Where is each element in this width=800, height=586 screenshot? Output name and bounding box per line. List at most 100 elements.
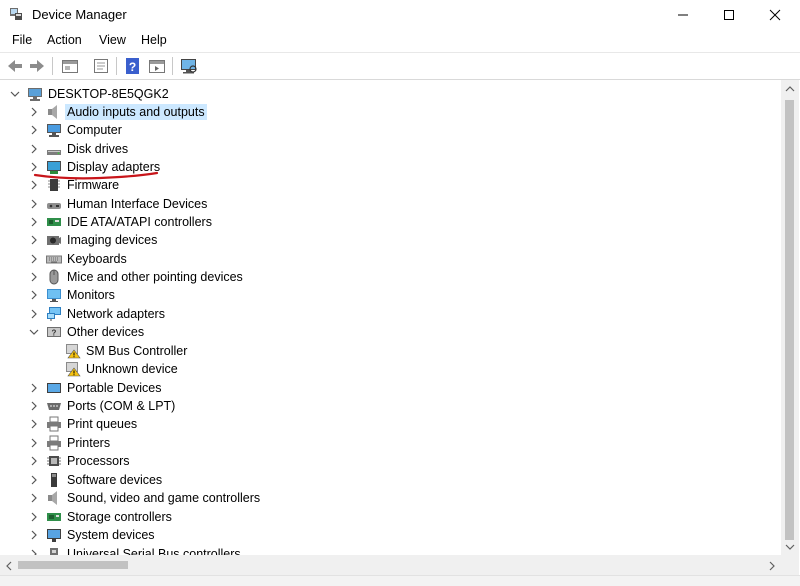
tree-item-usb[interactable]: Universal Serial Bus controllers: [0, 545, 781, 555]
tree-item-network[interactable]: Network adapters: [0, 305, 781, 323]
ide-controller-icon: [46, 214, 62, 230]
chevron-right-icon[interactable]: [28, 437, 40, 449]
chevron-right-icon[interactable]: [28, 124, 40, 136]
other-devices-icon: ?: [46, 324, 62, 340]
tree-item-storage-controllers[interactable]: Storage controllers: [0, 508, 781, 526]
tree-item-keyboards[interactable]: Keyboards: [0, 250, 781, 268]
maximize-icon: [724, 10, 734, 20]
tree-root[interactable]: DESKTOP-8E5QGK2: [0, 85, 781, 103]
scroll-right-icon[interactable]: [768, 561, 776, 571]
chevron-right-icon[interactable]: [28, 106, 40, 118]
run-icon: [149, 60, 165, 73]
processor-icon: [46, 453, 62, 469]
tree-item-sm-bus-controller[interactable]: SM Bus Controller: [0, 342, 781, 360]
tree-item-unknown-device[interactable]: Unknown device: [0, 360, 781, 378]
chevron-right-icon[interactable]: [28, 455, 40, 467]
storage-controller-icon: [46, 509, 62, 525]
svg-text:?: ?: [52, 329, 57, 338]
chevron-down-icon[interactable]: [9, 88, 21, 100]
chevron-right-icon[interactable]: [28, 308, 40, 320]
camera-icon: [46, 232, 62, 248]
horizontal-scrollbar[interactable]: [0, 555, 781, 575]
menu-action[interactable]: Action: [47, 33, 82, 47]
window-title: Device Manager: [32, 7, 127, 22]
horizontal-scroll-thumb[interactable]: [18, 561, 128, 569]
scan-hardware-icon: [181, 59, 197, 74]
tree-root-label: DESKTOP-8E5QGK2: [48, 87, 169, 101]
vertical-scroll-thumb[interactable]: [785, 100, 794, 540]
menu-help[interactable]: Help: [141, 33, 167, 47]
scroll-up-icon[interactable]: [785, 85, 795, 93]
chevron-right-icon[interactable]: [28, 511, 40, 523]
chevron-right-icon[interactable]: [28, 289, 40, 301]
tree-item-print-queues[interactable]: Print queues: [0, 415, 781, 433]
tree-item-imaging[interactable]: Imaging devices: [0, 231, 781, 249]
scroll-left-icon[interactable]: [5, 561, 13, 571]
tree-item-label: Disk drives: [67, 142, 129, 156]
tree-item-processors[interactable]: Processors: [0, 452, 781, 470]
close-button[interactable]: [752, 0, 798, 30]
chevron-right-icon[interactable]: [28, 529, 40, 541]
update-driver-button[interactable]: [92, 57, 110, 75]
forward-button[interactable]: [28, 57, 46, 75]
chevron-right-icon[interactable]: [28, 474, 40, 486]
tree-item-label: Unknown device: [86, 362, 178, 376]
hid-icon: [46, 196, 62, 212]
chevron-right-icon[interactable]: [28, 161, 40, 173]
chevron-right-icon[interactable]: [28, 253, 40, 265]
display-adapter-icon: [46, 159, 62, 175]
chevron-right-icon[interactable]: [28, 382, 40, 394]
chevron-down-icon[interactable]: [28, 326, 40, 338]
disk-drive-icon: [46, 141, 62, 157]
tree-item-hid[interactable]: Human Interface Devices: [0, 195, 781, 213]
chevron-right-icon[interactable]: [28, 179, 40, 191]
chevron-right-icon[interactable]: [28, 234, 40, 246]
chevron-right-icon[interactable]: [28, 418, 40, 430]
tree-item-label: IDE ATA/ATAPI controllers: [67, 215, 212, 229]
firmware-icon: [46, 177, 62, 193]
help-button[interactable]: ?: [124, 57, 142, 75]
scroll-down-icon[interactable]: [785, 543, 795, 551]
scan-hardware-button[interactable]: [180, 57, 198, 75]
chevron-right-icon[interactable]: [28, 400, 40, 412]
vertical-scrollbar[interactable]: [781, 80, 799, 555]
tree-item-computer[interactable]: Computer: [0, 121, 781, 139]
tree-item-system-devices[interactable]: System devices: [0, 526, 781, 544]
tree-item-software-devices[interactable]: Software devices: [0, 471, 781, 489]
tree-item-mice[interactable]: Mice and other pointing devices: [0, 268, 781, 286]
tree-item-other-devices[interactable]: ? Other devices: [0, 323, 781, 341]
properties-icon: [62, 60, 78, 73]
tree-item-ports[interactable]: Ports (COM & LPT): [0, 397, 781, 415]
properties-button[interactable]: [61, 57, 79, 75]
tree-item-monitors[interactable]: Monitors: [0, 286, 781, 304]
tree-item-sound-video[interactable]: Sound, video and game controllers: [0, 489, 781, 507]
menu-view[interactable]: View: [99, 33, 126, 47]
maximize-button[interactable]: [706, 0, 752, 30]
chevron-right-icon[interactable]: [28, 271, 40, 283]
tree-item-display-adapters[interactable]: Display adapters: [0, 158, 781, 176]
tree-item-printers[interactable]: Printers: [0, 434, 781, 452]
minimize-button[interactable]: [660, 0, 706, 30]
chevron-right-icon[interactable]: [28, 492, 40, 504]
toolbar: ?: [0, 52, 800, 80]
chevron-right-icon[interactable]: [28, 198, 40, 210]
tree-item-ide[interactable]: IDE ATA/ATAPI controllers: [0, 213, 781, 231]
chevron-right-icon[interactable]: [28, 216, 40, 228]
tree-item-disk-drives[interactable]: Disk drives: [0, 140, 781, 158]
back-button[interactable]: [6, 57, 24, 75]
tree-item-audio[interactable]: Audio inputs and outputs: [0, 103, 781, 121]
monitor-icon: [46, 287, 62, 303]
chevron-right-icon[interactable]: [28, 548, 40, 555]
port-icon: [46, 398, 62, 414]
tree-item-portable-devices[interactable]: Portable Devices: [0, 379, 781, 397]
svg-text:?: ?: [129, 60, 136, 74]
usb-icon: [46, 546, 62, 555]
network-icon: [46, 306, 62, 322]
tree-item-label: Sound, video and game controllers: [67, 491, 261, 505]
warning-device-icon: [65, 361, 81, 377]
chevron-right-icon[interactable]: [28, 143, 40, 155]
menu-file[interactable]: File: [12, 33, 32, 47]
tree-item-firmware[interactable]: Firmware: [0, 176, 781, 194]
run-button[interactable]: [148, 57, 166, 75]
tree-item-label: Other devices: [67, 325, 145, 339]
